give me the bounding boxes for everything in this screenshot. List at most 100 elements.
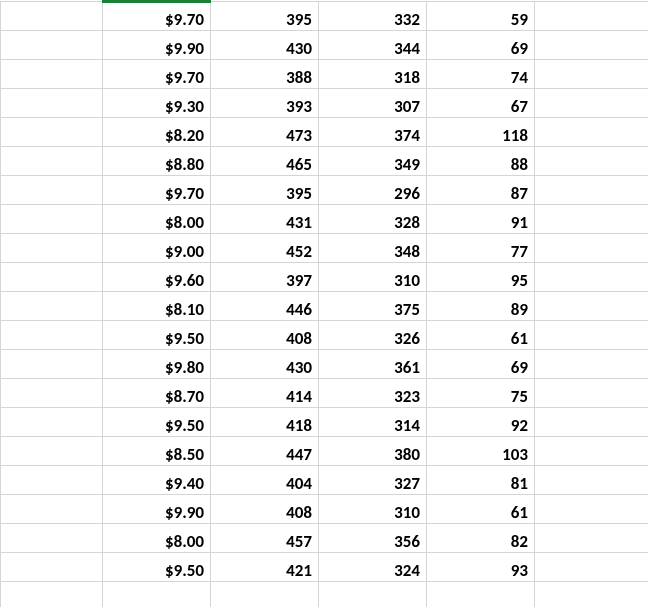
cell[interactable] xyxy=(535,466,648,495)
cell[interactable]: 408 xyxy=(211,321,319,350)
cell[interactable] xyxy=(535,292,648,321)
cell[interactable]: 310 xyxy=(319,263,427,292)
cell[interactable]: 92 xyxy=(427,408,535,437)
cell[interactable]: 361 xyxy=(319,350,427,379)
cell[interactable]: 356 xyxy=(319,524,427,553)
cell[interactable] xyxy=(535,118,648,147)
cell[interactable]: $9.00 xyxy=(103,234,211,263)
cell[interactable] xyxy=(319,582,427,607)
cell[interactable]: $9.80 xyxy=(103,350,211,379)
cell[interactable]: 95 xyxy=(427,263,535,292)
cell[interactable]: 421 xyxy=(211,553,319,582)
cell[interactable]: 349 xyxy=(319,147,427,176)
cell[interactable]: 59 xyxy=(427,2,535,31)
cell[interactable] xyxy=(1,292,103,321)
cell[interactable]: 393 xyxy=(211,89,319,118)
cell[interactable]: 380 xyxy=(319,437,427,466)
cell[interactable]: 88 xyxy=(427,147,535,176)
cell[interactable] xyxy=(1,350,103,379)
cell[interactable]: $9.70 xyxy=(103,2,211,31)
cell[interactable]: 457 xyxy=(211,524,319,553)
cell[interactable] xyxy=(535,553,648,582)
cell[interactable]: 69 xyxy=(427,350,535,379)
cell[interactable]: 375 xyxy=(319,292,427,321)
cell[interactable] xyxy=(1,205,103,234)
cell[interactable] xyxy=(103,582,211,607)
cell[interactable]: 473 xyxy=(211,118,319,147)
cell[interactable]: 348 xyxy=(319,234,427,263)
cell[interactable] xyxy=(1,118,103,147)
cell[interactable]: $9.70 xyxy=(103,60,211,89)
cell[interactable] xyxy=(1,31,103,60)
cell[interactable]: 344 xyxy=(319,31,427,60)
cell[interactable]: 77 xyxy=(427,234,535,263)
cell[interactable] xyxy=(535,234,648,263)
cell[interactable]: 89 xyxy=(427,292,535,321)
cell[interactable] xyxy=(535,350,648,379)
cell[interactable]: 61 xyxy=(427,495,535,524)
cell[interactable]: 404 xyxy=(211,466,319,495)
cell[interactable] xyxy=(535,582,648,607)
cell[interactable] xyxy=(535,205,648,234)
cell[interactable] xyxy=(535,437,648,466)
cell[interactable] xyxy=(535,408,648,437)
cell[interactable] xyxy=(535,495,648,524)
cell[interactable]: $8.50 xyxy=(103,437,211,466)
cell[interactable] xyxy=(1,408,103,437)
cell[interactable]: 310 xyxy=(319,495,427,524)
cell[interactable]: 103 xyxy=(427,437,535,466)
cell[interactable]: 326 xyxy=(319,321,427,350)
cell[interactable] xyxy=(1,234,103,263)
cell[interactable]: $8.70 xyxy=(103,379,211,408)
cell[interactable] xyxy=(1,321,103,350)
cell[interactable]: $9.70 xyxy=(103,176,211,205)
cell[interactable]: $8.00 xyxy=(103,205,211,234)
cell[interactable]: 74 xyxy=(427,60,535,89)
cell[interactable]: 446 xyxy=(211,292,319,321)
cell[interactable]: 323 xyxy=(319,379,427,408)
cell[interactable] xyxy=(535,147,648,176)
cell[interactable] xyxy=(535,263,648,292)
cell[interactable] xyxy=(1,2,103,31)
cell[interactable]: 118 xyxy=(427,118,535,147)
cell[interactable]: 324 xyxy=(319,553,427,582)
cell[interactable] xyxy=(535,60,648,89)
cell[interactable]: $9.50 xyxy=(103,321,211,350)
cell[interactable] xyxy=(1,553,103,582)
cell[interactable]: 327 xyxy=(319,466,427,495)
cell[interactable]: 314 xyxy=(319,408,427,437)
cell[interactable]: 296 xyxy=(319,176,427,205)
cell[interactable]: 307 xyxy=(319,89,427,118)
cell[interactable]: 318 xyxy=(319,60,427,89)
cell[interactable]: 87 xyxy=(427,176,535,205)
cell[interactable]: 75 xyxy=(427,379,535,408)
cell[interactable]: 414 xyxy=(211,379,319,408)
cell[interactable] xyxy=(535,2,648,31)
cell[interactable] xyxy=(1,379,103,408)
cell[interactable] xyxy=(1,263,103,292)
cell[interactable]: 374 xyxy=(319,118,427,147)
cell[interactable]: 93 xyxy=(427,553,535,582)
cell[interactable] xyxy=(1,176,103,205)
cell[interactable]: 397 xyxy=(211,263,319,292)
cell[interactable]: 395 xyxy=(211,2,319,31)
cell[interactable]: 452 xyxy=(211,234,319,263)
cell[interactable]: 69 xyxy=(427,31,535,60)
cell[interactable] xyxy=(535,379,648,408)
cell[interactable]: $9.50 xyxy=(103,553,211,582)
cell[interactable] xyxy=(1,582,103,607)
cell[interactable] xyxy=(1,60,103,89)
cell[interactable] xyxy=(427,582,535,607)
cell[interactable]: 430 xyxy=(211,31,319,60)
cell[interactable]: $8.80 xyxy=(103,147,211,176)
cell[interactable]: 388 xyxy=(211,60,319,89)
cell[interactable] xyxy=(1,466,103,495)
cell[interactable]: 81 xyxy=(427,466,535,495)
cell[interactable] xyxy=(1,89,103,118)
cell[interactable]: 447 xyxy=(211,437,319,466)
cell[interactable]: $9.90 xyxy=(103,31,211,60)
cell[interactable] xyxy=(535,176,648,205)
cell[interactable] xyxy=(1,437,103,466)
cell[interactable]: $9.60 xyxy=(103,263,211,292)
cell[interactable] xyxy=(535,321,648,350)
